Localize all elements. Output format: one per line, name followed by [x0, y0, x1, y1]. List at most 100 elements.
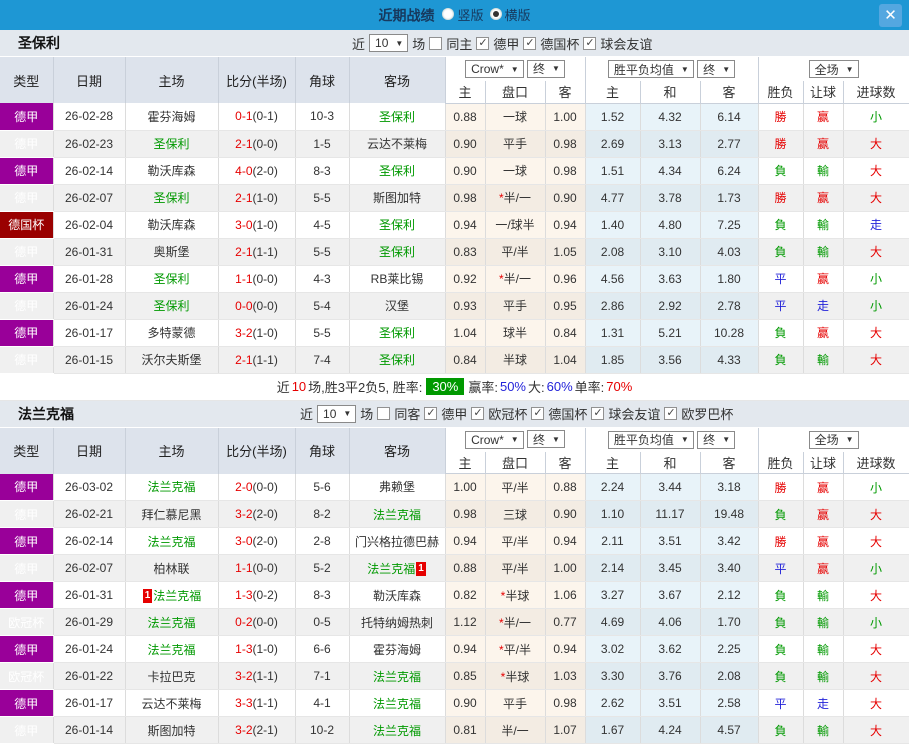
home-team: 法兰克福: [125, 635, 219, 663]
avg-time-select[interactable]: 终 ▼: [697, 60, 736, 78]
handicap-label: 球半: [502, 326, 527, 340]
team-label: 门兴格拉德巴赫: [354, 534, 439, 549]
same-venue-checkbox[interactable]: [429, 36, 443, 50]
team-label: 法兰克福: [372, 723, 421, 738]
avg-time-select[interactable]: 终 ▼: [697, 430, 736, 449]
league-filter-checkbox[interactable]: [531, 406, 545, 420]
odds-away: 1.00: [545, 554, 586, 582]
result-handicap: 赢: [803, 184, 844, 212]
handicap-label: 平/半: [501, 534, 529, 549]
league-badge: 德甲: [0, 184, 54, 212]
odds-time-select[interactable]: 终 ▼: [527, 430, 565, 449]
close-icon: ✕: [884, 7, 897, 24]
odds-away: 1.05: [545, 238, 586, 266]
match-score: 4-0(2-0): [218, 157, 296, 185]
dialog-title: 近期战绩: [378, 7, 435, 24]
team-label: 沃尔夫斯堡: [141, 353, 202, 367]
halftime-score: (2-0): [252, 507, 278, 521]
odds-handicap: *平/半: [485, 635, 546, 663]
fulltime-score: 1-1: [235, 561, 253, 575]
close-button[interactable]: ✕: [879, 4, 902, 27]
result-wdl: 勝: [758, 130, 804, 158]
corner-score: 4-5: [295, 211, 350, 239]
result-wdl: 負: [758, 500, 804, 528]
match-date: 26-01-17: [53, 319, 126, 347]
league-filter-checkbox[interactable]: [476, 36, 490, 50]
odds-company-select[interactable]: Crow* ▼: [465, 60, 524, 79]
league-filter-label: 球会友谊: [600, 36, 653, 52]
summary-text: 60%: [546, 379, 573, 394]
recent-count-select[interactable]: 10 ▼: [317, 404, 357, 423]
layout-radio-selected[interactable]: [489, 8, 502, 21]
team-label: 圣保利: [378, 245, 415, 259]
match-row: 德甲 26-02-07 柏林联 1-1(0-0) 5-2 法兰克福 1 0.88 平/半 1.00…: [0, 554, 909, 582]
match-row: 德甲 26-02-23 圣保利 2-1(0-0) 1-5 云达不莱梅 0.90 平手 0.98 2…: [0, 130, 909, 158]
subheader-result-wdl: 胜负: [758, 451, 804, 474]
result-goals: 大: [843, 346, 909, 374]
away-team: 弗赖堡: [349, 473, 446, 501]
result-goals: 大: [843, 527, 909, 555]
scope-select[interactable]: 全场 ▼: [808, 430, 859, 449]
league-filter-checkbox[interactable]: [664, 406, 678, 420]
match-filter: 近 10 ▼ 场 同主 德甲 德国杯 球会友谊: [352, 34, 652, 53]
odds-handicap: *半球: [485, 662, 546, 690]
team-label: 勒沃库森: [147, 164, 196, 178]
avg-home: 1.51: [585, 157, 641, 185]
odds-company-select[interactable]: Crow* ▼: [465, 430, 524, 449]
team-label: 法兰克福: [153, 588, 202, 603]
avg-away: 4.33: [700, 346, 759, 374]
summary-text: 70%: [606, 379, 633, 394]
odds-time-select[interactable]: 终 ▼: [527, 59, 565, 78]
home-team: 沃尔夫斯堡: [125, 346, 219, 374]
avg-odds-select[interactable]: 胜平负均值 ▼: [607, 60, 694, 78]
corner-score: 5-6: [295, 473, 350, 501]
team-label: 圣保利: [378, 326, 415, 340]
odds-away: 0.94: [545, 635, 586, 663]
same-venue-label: 同主: [446, 36, 473, 52]
league-filter-checkbox[interactable]: [583, 36, 597, 50]
team-label: 斯图加特: [372, 191, 421, 205]
league-badge: 德甲: [0, 238, 54, 266]
scope-select[interactable]: 全场 ▼: [808, 60, 859, 78]
away-team: 圣保利: [349, 346, 446, 374]
team-label: 圣保利: [153, 191, 190, 205]
match-score: 3-2(2-1): [218, 716, 296, 744]
same-venue-checkbox[interactable]: [377, 407, 391, 420]
halftime-score: (1-0): [252, 217, 278, 232]
away-team: 法兰克福: [349, 662, 446, 690]
home-team: 斯图加特: [125, 716, 219, 744]
team-label: 法兰克福: [147, 534, 196, 549]
match-date: 26-02-04: [53, 211, 126, 239]
league-filter-checkbox[interactable]: [424, 406, 438, 420]
match-score: 1-3(0-2): [218, 581, 296, 609]
avg-odds-select[interactable]: 胜平负均值 ▼: [607, 430, 694, 449]
avg-odds-value: 胜平负均值: [613, 62, 674, 77]
handicap-label: 半/一: [501, 723, 529, 738]
result-goals: 大: [843, 157, 909, 185]
avg-draw: 5.21: [640, 319, 701, 347]
record-summary: 近 10 场,胜3平2负5, 胜率: 30% 赢率: 50% 大: 60% 单率: 70%: [0, 373, 909, 401]
avg-home: 4.69: [585, 608, 641, 636]
home-team: 云达不莱梅: [125, 689, 219, 717]
odds-group-header: Crow* ▼ 终 ▼: [445, 57, 586, 81]
matches-table: 类型 日期 主场 比分(半场) 角球 客场 Crow* ▼ 终 ▼ 胜平负均值 ▼ 终…: [0, 427, 909, 744]
league-filter-checkbox[interactable]: [591, 406, 605, 420]
result-wdl: 負: [758, 157, 804, 185]
team-label: 法兰克福: [147, 615, 196, 630]
result-goals: 小: [843, 292, 909, 320]
match-date: 26-01-29: [53, 608, 126, 636]
match-row: 欧冠杯 26-01-29 法兰克福 0-2(0-0) 0-5 托特纳姆热刺 1.12 *半/一…: [0, 608, 909, 636]
fulltime-score: 1-3: [235, 642, 253, 656]
layout-radio-option[interactable]: [442, 8, 455, 21]
league-filter-checkbox[interactable]: [523, 36, 537, 50]
result-wdl: 平: [758, 689, 804, 717]
recent-count-select[interactable]: 10 ▼: [369, 34, 409, 52]
league-filter-checkbox[interactable]: [471, 406, 485, 420]
result-goals: 大: [843, 238, 909, 266]
fulltime-score: 3-2: [235, 669, 253, 683]
league-badge: 德甲: [0, 500, 54, 528]
avg-home: 2.24: [585, 473, 641, 501]
halftime-score: (0-0): [252, 561, 278, 575]
match-date: 26-01-15: [53, 346, 126, 374]
halftime-score: (1-1): [252, 244, 278, 259]
